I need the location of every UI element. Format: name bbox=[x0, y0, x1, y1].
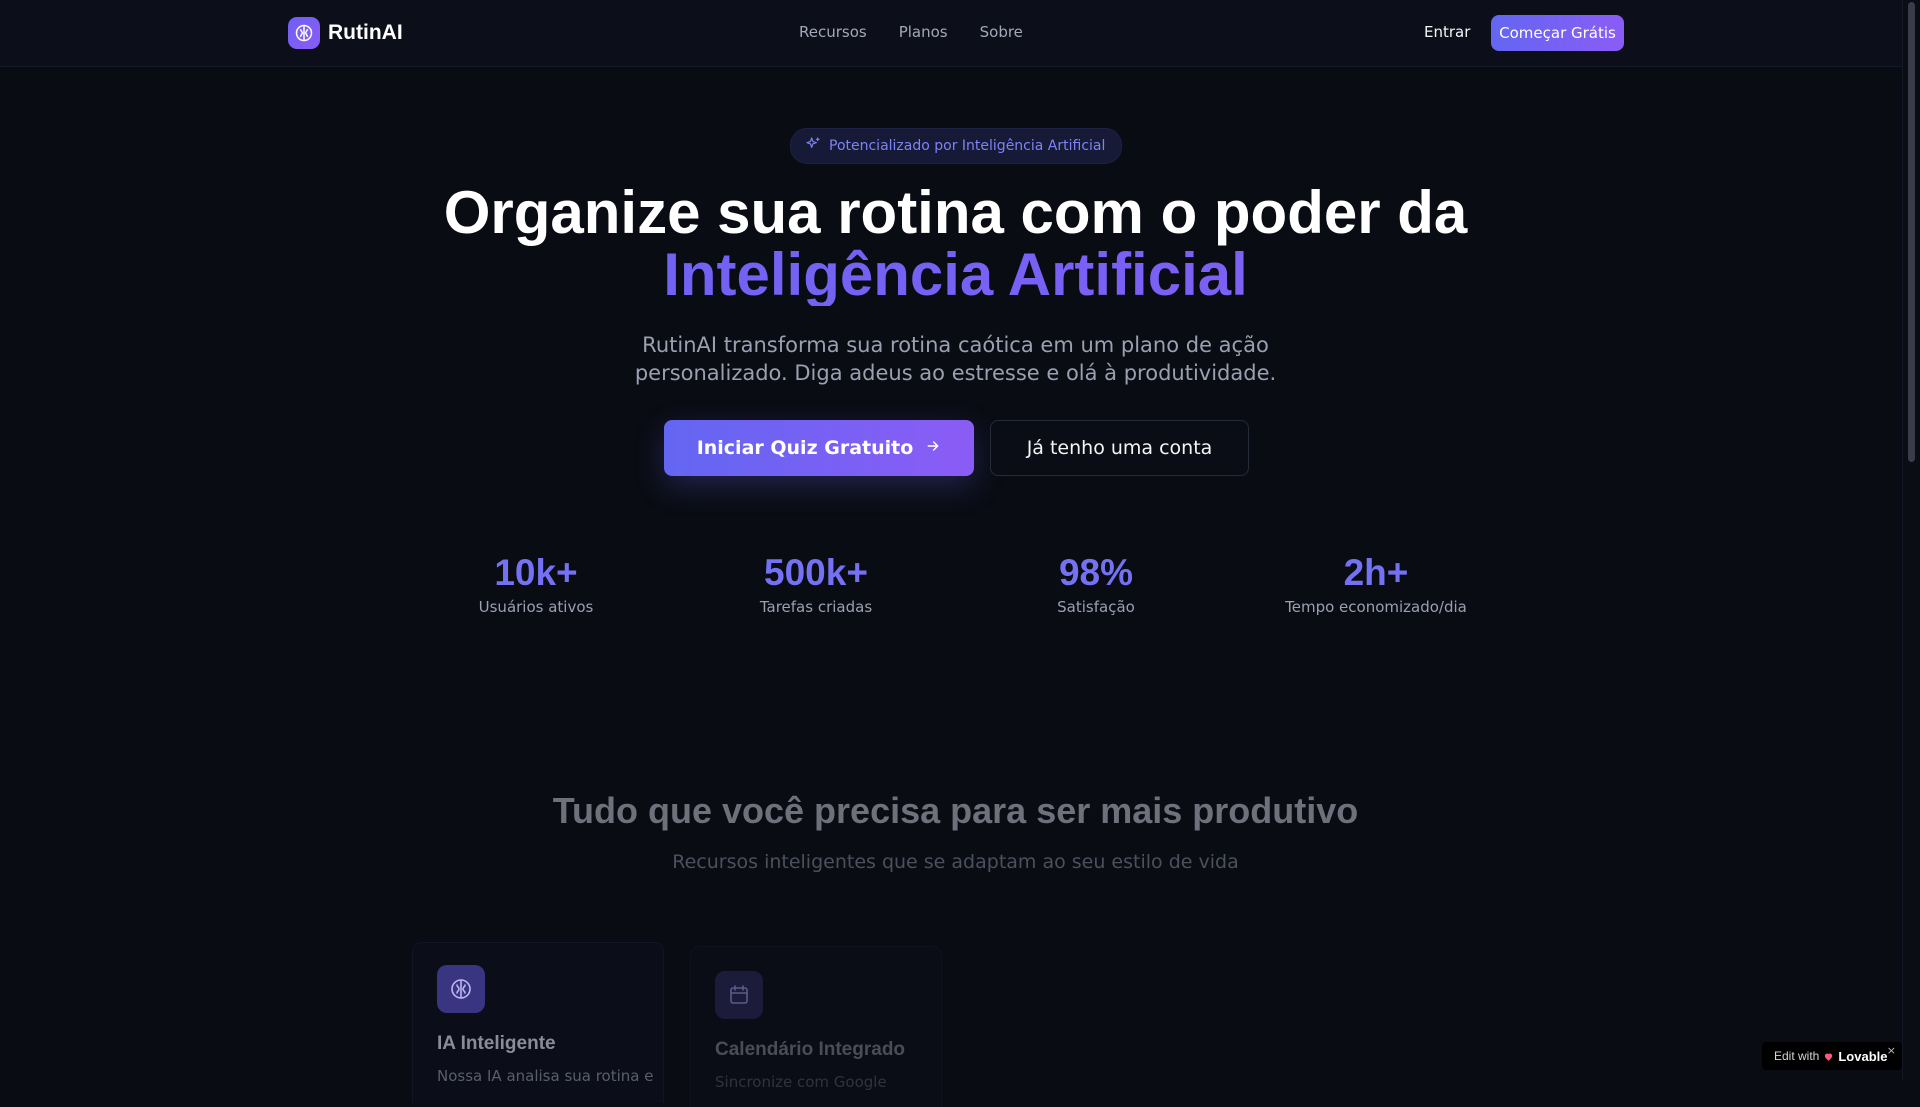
stat-value: 2h+ bbox=[1343, 552, 1409, 593]
ai-badge: Potencializado por Inteligência Artifici… bbox=[790, 128, 1123, 164]
lovable-edit-text: Edit with bbox=[1774, 1049, 1820, 1063]
stat-label: Tarefas criadas bbox=[759, 598, 873, 616]
close-icon[interactable]: × bbox=[1887, 1044, 1896, 1057]
brand-logo[interactable]: RutinAI bbox=[288, 17, 403, 49]
nav-sobre[interactable]: Sobre bbox=[980, 23, 1023, 41]
edit-with-lovable-badge[interactable]: Edit with Lovable × bbox=[1762, 1042, 1902, 1070]
stat-label: Usuários ativos bbox=[478, 598, 594, 616]
feature-card-calendar[interactable]: Calendário Integrado Sincronize com Goog… bbox=[690, 946, 942, 1107]
arrow-right-icon bbox=[925, 437, 941, 459]
stat-value: 98% bbox=[1058, 552, 1134, 593]
hero-title-line1: Organize sua rotina com o poder da bbox=[443, 179, 1468, 246]
nav-planos[interactable]: Planos bbox=[899, 23, 948, 41]
lovable-name: Lovable bbox=[1838, 1048, 1888, 1064]
calendar-icon bbox=[715, 971, 763, 1019]
start-free-button[interactable]: Começar Grátis bbox=[1491, 15, 1624, 51]
features-subtitle: Recursos inteligentes que se adaptam ao … bbox=[672, 851, 1239, 873]
stat-time-saved: 2h+ Tempo economizado/dia bbox=[1256, 552, 1496, 616]
brain-icon bbox=[288, 17, 320, 49]
brand-name: RutinAI bbox=[328, 21, 403, 44]
start-quiz-label: Iniciar Quiz Gratuito bbox=[696, 437, 914, 459]
hero-title-accent: Inteligência Artificial bbox=[0, 244, 1911, 306]
have-account-button[interactable]: Já tenho uma conta bbox=[990, 420, 1249, 476]
stat-satisfaction: 98% Satisfação bbox=[976, 552, 1216, 616]
feature-card-desc: Nossa IA analisa sua rotina e bbox=[437, 1067, 654, 1085]
badge-text: Potencializado por Inteligência Artifici… bbox=[829, 138, 1106, 154]
feature-card-desc: Sincronize com Google bbox=[715, 1073, 887, 1091]
page-scrollbar[interactable] bbox=[1902, 0, 1920, 1080]
hero-title: Organize sua rotina com o poder da Intel… bbox=[0, 182, 1911, 306]
main-nav: Recursos Planos Sobre bbox=[799, 23, 1023, 41]
stat-label: Satisfação bbox=[1057, 598, 1135, 616]
heart-icon bbox=[1823, 1047, 1834, 1066]
top-nav: RutinAI Recursos Planos Sobre Entrar Com… bbox=[0, 0, 1902, 67]
stat-value: 500k+ bbox=[764, 552, 868, 593]
feature-card-ai[interactable]: IA Inteligente Nossa IA analisa sua roti… bbox=[412, 942, 664, 1103]
stat-tasks: 500k+ Tarefas criadas bbox=[696, 552, 936, 616]
login-link[interactable]: Entrar bbox=[1424, 23, 1470, 41]
stat-value: 10k+ bbox=[494, 552, 578, 593]
start-quiz-button[interactable]: Iniciar Quiz Gratuito bbox=[664, 420, 974, 476]
stat-users: 10k+ Usuários ativos bbox=[416, 552, 656, 616]
hero-subtitle: RutinAI transforma sua rotina caótica em… bbox=[634, 333, 1277, 385]
features-title: Tudo que você precisa para ser mais prod… bbox=[552, 790, 1359, 831]
feature-card-title: Calendário Integrado bbox=[715, 1039, 906, 1060]
brain-icon bbox=[437, 965, 485, 1013]
nav-recursos[interactable]: Recursos bbox=[799, 23, 867, 41]
feature-card-title: IA Inteligente bbox=[437, 1033, 556, 1054]
stat-label: Tempo economizado/dia bbox=[1285, 598, 1467, 616]
sparkles-icon bbox=[805, 136, 821, 156]
